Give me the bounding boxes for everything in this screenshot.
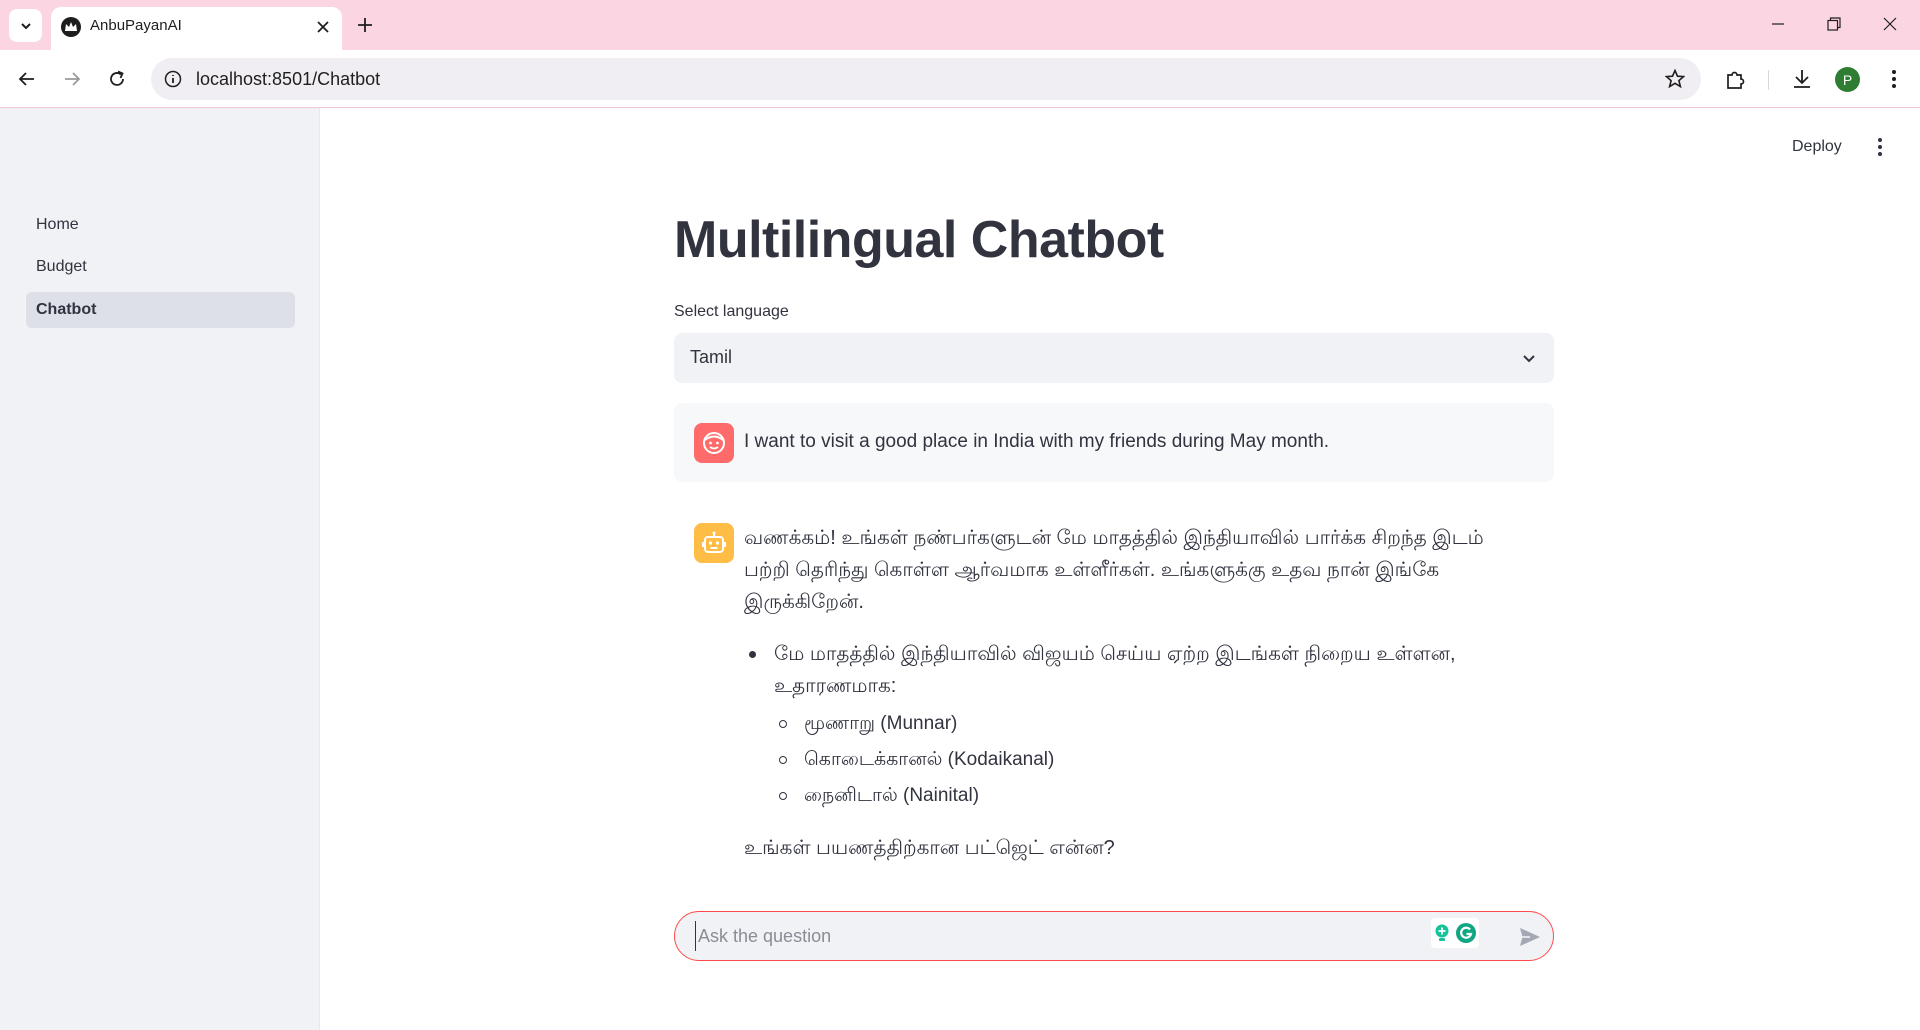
send-icon [1520,928,1540,946]
sidebar-item-chatbot[interactable]: Chatbot [26,292,295,328]
tab-search-button[interactable] [9,9,42,42]
bullet-circle [779,756,787,764]
arrow-left-icon [18,72,34,86]
assistant-bullet-text: மே மாதத்தில் இந்தியாவில் விஜயம் செய்ய ஏற… [774,643,1456,697]
sidebar-item-home[interactable]: Home [26,207,295,243]
reload-icon [110,70,124,86]
select-language-label: Select language [674,303,789,320]
close-icon [317,21,329,33]
chevron-down-icon [1518,347,1540,369]
arrow-right-icon [65,72,81,86]
language-select-value: Tamil [690,347,733,367]
list-item: கொடைக்கானல் (Kodaikanal) [774,742,1534,778]
place-name: நைனிடால் (Nainital) [804,785,980,806]
address-bar[interactable]: localhost:8501/Chatbot [151,58,1701,100]
star-icon [1665,69,1685,89]
browser-toolbar: localhost:8501/Chatbot P [0,50,1920,108]
kebab-menu-icon [1878,138,1882,156]
chat-input-container [674,911,1554,961]
language-select[interactable]: Tamil [674,333,1554,383]
place-name: கொடைக்கானல் (Kodaikanal) [804,749,1055,770]
chat-input[interactable] [695,921,1395,951]
extension-badges [1431,918,1479,948]
downloads-button[interactable] [1786,63,1818,95]
close-tab-button[interactable] [312,16,334,38]
download-icon [1794,70,1810,88]
close-icon [1883,17,1897,31]
list-item: மூணாறு (Munnar) [774,706,1534,742]
bullet-dot [749,651,756,658]
place-name: மூணாறு (Munnar) [804,713,958,734]
sidebar-item-label: Budget [36,258,87,275]
bullet-circle [779,792,787,800]
toolbar-divider [1768,70,1769,90]
crown-icon [61,17,81,37]
tab-title: AnbuPayanAI [90,17,182,34]
page-title: Multilingual Chatbot [674,211,1164,269]
sidebar: Home Budget Chatbot [0,108,320,1030]
sidebar-item-label: Home [36,216,79,233]
assistant-message-body: வணக்கம்! உங்கள் நண்பர்களுடன் மே மாதத்தில… [744,522,1534,864]
chevron-down-icon [20,22,31,29]
profile-avatar[interactable]: P [1835,67,1860,92]
sidebar-item-budget[interactable]: Budget [26,249,295,285]
bookmark-button[interactable] [1663,67,1687,91]
url-text: localhost:8501/Chatbot [196,69,381,89]
smiley-face-icon [694,423,734,463]
restore-button[interactable] [1818,10,1850,38]
close-window-button[interactable] [1874,10,1906,38]
extensions-button[interactable] [1720,63,1752,95]
kebab-menu-icon [1892,70,1896,88]
reload-button[interactable] [101,63,133,95]
puzzle-icon [1727,71,1745,89]
list-item: நைனிடால் (Nainital) [774,778,1534,814]
user-message-text: I want to visit a good place in India wi… [744,431,1330,452]
new-tab-button[interactable] [350,10,380,40]
restore-icon [1827,17,1841,31]
forward-button[interactable] [56,63,88,95]
site-info-button[interactable] [161,67,185,91]
chat-message-user: I want to visit a good place in India wi… [674,403,1554,482]
browser-tab-strip: AnbuPayanAI [0,0,1920,50]
assistant-question-text: உங்கள் பயணத்திற்கான பட்ஜெட் என்ன? [744,837,1115,859]
plus-icon [358,18,372,32]
list-item: மே மாதத்தில் இந்தியாவில் விஜயம் செய்ய ஏற… [744,638,1534,814]
back-button[interactable] [11,63,43,95]
grammarly-icon[interactable] [1455,922,1477,944]
minimize-button[interactable] [1762,10,1794,38]
robot-icon [694,523,734,563]
assistant-intro-text: வணக்கம்! உங்கள் நண்பர்களுடன் மே மாதத்தில… [744,527,1484,613]
lightbulb-icon[interactable] [1433,923,1451,943]
minimize-icon [1772,23,1784,25]
info-icon [164,70,182,88]
browser-menu-button[interactable] [1878,63,1910,95]
sidebar-item-label: Chatbot [36,301,97,318]
bullet-circle [779,720,787,728]
app-menu-button[interactable] [1868,131,1892,163]
browser-tab[interactable]: AnbuPayanAI [51,7,342,50]
deploy-button[interactable]: Deploy [1780,131,1854,163]
places-list: மூணாறு (Munnar) கொடைக்கானல் (Kodaikanal)… [774,706,1534,814]
send-button[interactable] [1515,922,1545,952]
